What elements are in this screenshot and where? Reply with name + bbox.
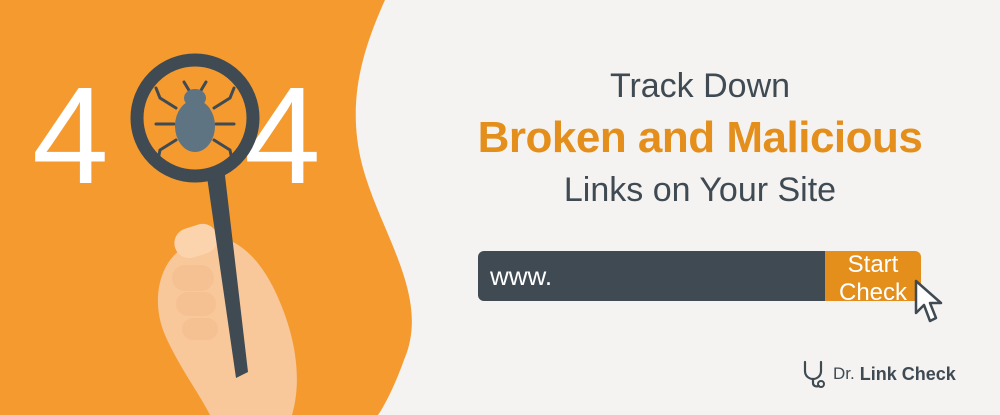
brand-logo: Dr. Link Check <box>799 358 979 390</box>
link-check-form: Start Check <box>478 251 921 306</box>
mouse-cursor-icon <box>914 279 943 323</box>
headline-top: Track Down <box>609 67 791 105</box>
hero-illustration: 4 4 404 <box>0 0 480 415</box>
url-input[interactable] <box>478 251 825 301</box>
headline-block: Track Down Broken and Malicious Links on… <box>440 66 960 210</box>
brand-name: Link Check <box>859 363 956 384</box>
headline-main: Broken and Malicious <box>477 113 923 162</box>
stethoscope-icon <box>803 360 825 388</box>
digit-four-left: 4 <box>32 59 109 213</box>
start-check-button[interactable]: Start Check <box>825 251 921 306</box>
headline-bottom: Links on Your Site <box>563 171 837 209</box>
promo-banner: 4 4 404 Track Down Broken and Malicious … <box>0 0 1000 415</box>
brand-prefix: Dr. <box>833 364 855 383</box>
